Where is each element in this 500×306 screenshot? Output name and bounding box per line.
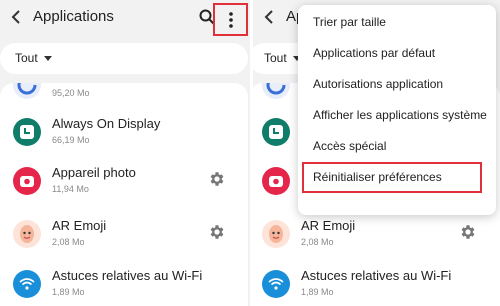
wifi-icon <box>13 270 41 298</box>
back-arrow-icon[interactable] <box>8 7 26 27</box>
app-size: 2,08 Mo <box>301 237 334 247</box>
app-name: Always On Display <box>52 116 161 131</box>
more-vertical-icon <box>228 11 233 28</box>
emoji-face-icon <box>13 220 41 248</box>
page-title: Applications <box>33 8 114 25</box>
emoji-face-icon <box>262 220 290 248</box>
app-bar: Applications <box>0 0 250 36</box>
clock-icon <box>262 118 290 146</box>
camera-icon <box>262 167 290 195</box>
app-size: 95,20 Mo <box>52 88 90 98</box>
caret-down-icon <box>44 56 52 61</box>
list-item[interactable]: AR Emoji 2,08 Mo <box>253 211 500 259</box>
filter-dropdown[interactable]: Tout <box>0 43 248 74</box>
list-item[interactable]: AR Emoji 2,08 Mo <box>0 211 248 259</box>
settings-gear-icon[interactable] <box>459 223 477 241</box>
app-list: 95,20 Mo Always On Display 66,19 Mo Appa… <box>0 83 248 306</box>
menu-item-reset-preferences[interactable]: Réinitialiser préférences <box>302 162 482 193</box>
menu-item-default-apps[interactable]: Applications par défaut <box>298 38 496 69</box>
left-screen: Applications Tout 95,20 Mo Always On Dis… <box>0 0 250 306</box>
back-arrow-icon[interactable] <box>261 7 279 27</box>
wifi-icon <box>262 270 290 298</box>
camera-icon <box>13 167 41 195</box>
filter-label: Tout <box>15 51 38 65</box>
overflow-menu: Trier par taille Applications par défaut… <box>298 5 496 215</box>
app-name: Astuces relatives au Wi-Fi <box>301 268 452 283</box>
app-size: 2,08 Mo <box>52 237 85 247</box>
partial-app-icon <box>262 83 290 99</box>
more-options-button[interactable] <box>213 3 248 36</box>
menu-item-special-access[interactable]: Accès spécial <box>298 131 496 162</box>
app-name: AR Emoji <box>301 218 356 233</box>
list-item[interactable]: Astuces relatives au Wi-Fi 1,89 Mo <box>0 261 248 306</box>
settings-gear-icon[interactable] <box>208 223 226 241</box>
menu-item-show-system-apps[interactable]: Afficher les applications système <box>298 100 496 131</box>
list-item[interactable]: 95,20 Mo <box>0 83 248 110</box>
list-item[interactable]: Always On Display 66,19 Mo <box>0 109 248 157</box>
app-size: 66,19 Mo <box>52 135 90 145</box>
list-item[interactable]: Appareil photo 11,94 Mo <box>0 158 248 206</box>
app-name: Astuces relatives au Wi-Fi <box>52 268 203 283</box>
app-name: Appareil photo <box>52 165 136 180</box>
filter-label: Tout <box>264 51 287 65</box>
app-name: AR Emoji <box>52 218 107 233</box>
settings-gear-icon[interactable] <box>208 170 226 188</box>
app-size: 1,89 Mo <box>301 287 334 297</box>
menu-item-sort-by-size[interactable]: Trier par taille <box>298 7 496 38</box>
clock-icon <box>13 118 41 146</box>
list-item[interactable]: Astuces relatives au Wi-Fi 1,89 Mo <box>253 261 500 306</box>
partial-app-icon <box>13 83 41 99</box>
app-size: 1,89 Mo <box>52 287 85 297</box>
app-size: 11,94 Mo <box>52 184 89 194</box>
menu-item-app-permissions[interactable]: Autorisations application <box>298 69 496 100</box>
